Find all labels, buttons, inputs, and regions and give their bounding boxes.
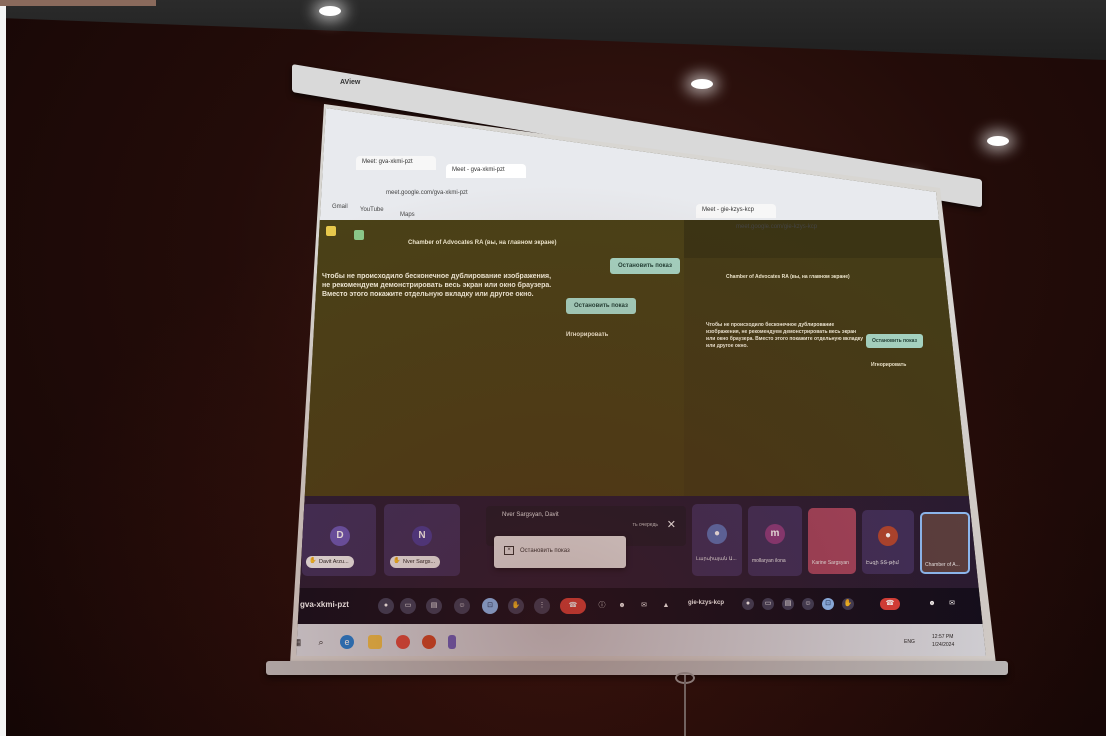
emoji-icon[interactable]: ☺ — [802, 598, 814, 610]
share-bar-title: Chamber of Advocates RA (вы, на главном … — [408, 240, 557, 246]
corner-photo-strip — [0, 0, 156, 6]
tab-meet-left-active[interactable]: Meet - gva-xkmi-pzt — [446, 164, 526, 178]
notice-ignore-link[interactable]: Игнорировать — [566, 332, 608, 338]
meet-control-bar: gva-xkmi-pzt ● ▭ ▤ ☺ ⊡ ✋ ⋮ ☎ ⓘ ☻ ✉ ▲ gie… — [296, 588, 986, 624]
ceiling-light — [691, 79, 713, 89]
tray-date[interactable]: 1/24/2024 — [932, 642, 954, 648]
screen-brand-label: AView — [340, 79, 361, 86]
meeting-code-left: gva-xkmi-pzt — [300, 600, 349, 609]
projected-desktop: Meet: gva-xkmi-pzt Meet - gva-xkmi-pzt m… — [296, 108, 986, 656]
share-bar-title-right: Chamber of Advocates RA (вы, на главном … — [726, 274, 850, 280]
conference-room: AView Meet: gva-xkmi-pzt Meet - gva-xkmi… — [0, 0, 1106, 736]
participant-name: Nver Sargs... — [390, 556, 441, 568]
hand-icon[interactable]: ✋ — [842, 598, 854, 610]
avatar: D — [330, 526, 350, 546]
notice-ignore-link-right[interactable]: Игнорировать — [871, 362, 906, 368]
popup-title: Nver Sargsyan, Davit — [502, 512, 559, 518]
avatar: N — [412, 526, 432, 546]
chat-icon[interactable]: ✉ — [636, 598, 652, 614]
participant-name: Էսզի ՏՏ-թիմ — [866, 560, 899, 566]
stop-presenting-button[interactable]: × Остановить показ — [494, 536, 626, 568]
edge-icon[interactable]: e — [340, 635, 354, 649]
bookmark-gmail[interactable]: Gmail — [332, 204, 348, 210]
yellow-app-icon[interactable] — [326, 226, 336, 236]
participant-tile[interactable]: Chamber of A... — [920, 512, 970, 574]
info-icon[interactable]: ⓘ — [594, 598, 610, 614]
participant-name: mollaryan ilona — [752, 558, 786, 564]
avatar: m — [765, 524, 785, 544]
participant-tile[interactable]: ● Լարսիայան Ա... — [692, 504, 742, 576]
meeting-code-right: gie-kzys-kcp — [688, 600, 725, 606]
tab-meet-left[interactable]: Meet: gva-xkmi-pzt — [356, 156, 436, 170]
people-icon[interactable]: ☻ — [614, 598, 630, 614]
stop-presenting-label: Остановить показ — [520, 548, 570, 554]
bookmark-youtube[interactable]: YouTube — [360, 207, 384, 213]
hand-icon[interactable]: ✋ — [508, 598, 524, 614]
notice-stop-button[interactable]: Остановить показ — [566, 298, 636, 314]
meet-panel-right — [684, 258, 986, 496]
present-icon[interactable]: ⊡ — [482, 598, 498, 614]
address-bar-left[interactable]: meet.google.com/gva-xkmi-pzt — [386, 190, 468, 196]
address-bar-right[interactable]: meet.google.com/gie-kzys-kcp — [736, 224, 817, 230]
teams-icon[interactable] — [448, 635, 456, 649]
participant-name: Լարսիայան Ա... — [696, 556, 737, 562]
tray-language[interactable]: ENG — [904, 639, 915, 645]
presenting-popup: Nver Sargsyan, Davit ть очередь ✕ × Оста… — [486, 506, 686, 568]
windows-icon[interactable]: ▦ — [296, 635, 304, 649]
ceiling-light — [319, 6, 341, 16]
captions-icon[interactable]: ▤ — [782, 598, 794, 610]
participant-name: Chamber of A... — [925, 562, 960, 568]
tray-time[interactable]: 12:57 PM — [932, 634, 953, 640]
bookmark-maps[interactable]: Maps — [400, 212, 415, 218]
file-explorer-icon[interactable] — [368, 635, 382, 649]
popup-queue-text: ть очередь — [632, 522, 658, 528]
notice-stop-button-right[interactable]: Остановить показ — [866, 334, 923, 348]
participant-name: Karine Sargsyan — [812, 560, 849, 566]
mic-icon[interactable]: ● — [742, 598, 754, 610]
present-icon[interactable]: ⊡ — [822, 598, 834, 610]
chrome-icon[interactable] — [396, 635, 410, 649]
end-call-icon[interactable]: ☎ — [560, 598, 586, 614]
stop-share-button[interactable]: Остановить показ — [610, 258, 680, 274]
tab-meet-right[interactable]: Meet - gie-kzys-kcp — [696, 204, 776, 218]
pull-cord — [684, 675, 686, 736]
participant-tile[interactable]: N Nver Sargs... — [384, 504, 460, 576]
green-app-icon[interactable] — [354, 230, 364, 240]
avatar: ● — [707, 524, 727, 544]
captions-icon[interactable]: ▤ — [426, 598, 442, 614]
participant-tile[interactable]: ● Էսզի ՏՏ-թիմ — [862, 510, 914, 574]
participant-tile[interactable]: m mollaryan ilona — [748, 506, 802, 576]
activities-icon[interactable]: ▲ — [658, 598, 674, 614]
participant-tile[interactable]: Karine Sargsyan — [808, 508, 856, 574]
more-icon[interactable]: ⋮ — [534, 598, 550, 614]
participant-tile[interactable]: D Davit Arzu... — [302, 504, 376, 576]
people-icon[interactable]: ☻ — [926, 598, 938, 610]
screen-bottom-bar — [266, 661, 1008, 675]
duplication-notice-right: Чтобы не происходило бесконечное дублиро… — [706, 322, 864, 349]
powerpoint-icon[interactable] — [422, 635, 436, 649]
chat-icon[interactable]: ✉ — [946, 598, 958, 610]
windows-taskbar: ▦ ⌕ e ENG 12:57 PM 1/24/2024 — [296, 624, 986, 656]
ceiling-light — [987, 136, 1009, 146]
close-icon[interactable]: ✕ — [667, 518, 676, 531]
end-call-icon[interactable]: ☎ — [880, 598, 900, 610]
frame-edge — [0, 0, 6, 736]
camera-icon[interactable]: ▭ — [400, 598, 416, 614]
camera-icon[interactable]: ▭ — [762, 598, 774, 610]
participant-name: Davit Arzu... — [306, 556, 354, 568]
stop-share-icon: × — [504, 546, 514, 555]
emoji-icon[interactable]: ☺ — [454, 598, 470, 614]
mic-icon[interactable]: ● — [378, 598, 394, 614]
search-icon[interactable]: ⌕ — [314, 635, 328, 649]
avatar: ● — [878, 526, 898, 546]
duplication-notice: Чтобы не происходило бесконечное дублиро… — [322, 273, 552, 298]
